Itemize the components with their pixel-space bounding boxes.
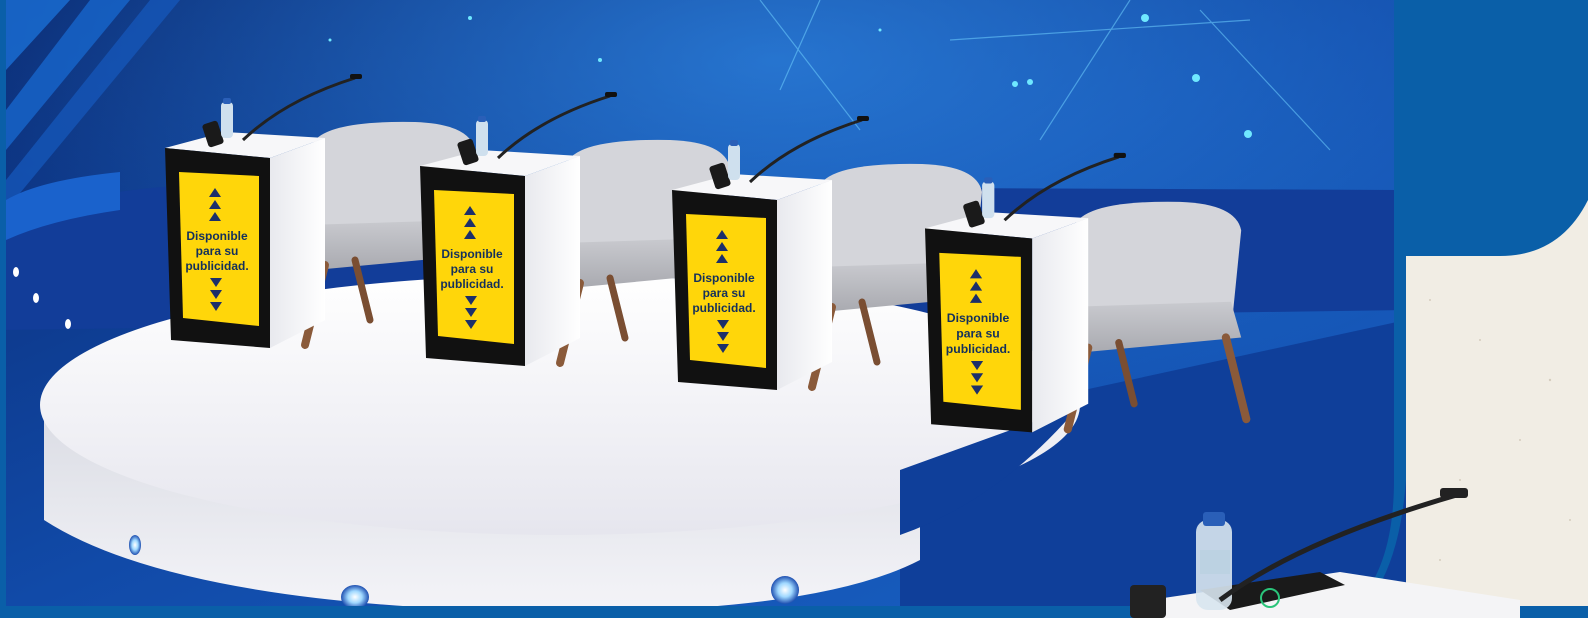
ad-screen: Disponiblepara supublicidad. [434, 190, 514, 344]
ad-screen: Disponiblepara supublicidad. [179, 172, 259, 326]
ad-text-line2: para su [196, 244, 239, 258]
ad-text-line1: Disponible [186, 229, 248, 243]
stage-illustration: Disponiblepara supublicidad.Disponiblepa… [0, 0, 1588, 618]
ad-text-line2: para su [451, 262, 494, 276]
ad-text-line3: publicidad. [692, 301, 755, 315]
podium: Disponiblepara supublicidad. [420, 150, 580, 366]
podium: Disponiblepara supublicidad. [165, 132, 325, 348]
water-bottle [728, 144, 740, 180]
ad-text-line2: para su [956, 327, 1000, 341]
water-bottle [221, 102, 233, 138]
ad-text-line3: publicidad. [946, 342, 1011, 356]
ad-screen: Disponiblepara supublicidad. [686, 214, 766, 368]
ad-text-line1: Disponible [947, 311, 1010, 325]
ad-text-line3: publicidad. [440, 277, 503, 291]
ad-text-line3: publicidad. [185, 259, 248, 273]
podium: Disponible para supublicidad. [925, 212, 1089, 433]
ad-screen: Disponible para supublicidad. [939, 252, 1021, 410]
ad-text-line1: Disponible [693, 271, 755, 285]
water-bottle [982, 181, 995, 219]
blue-corner-panel [1406, 0, 1588, 256]
water-bottle [476, 120, 488, 156]
ad-text-line2: para su [703, 286, 746, 300]
frame-left [0, 0, 6, 618]
ad-text-line1: Disponible [441, 247, 503, 261]
podium: Disponiblepara supublicidad. [672, 174, 832, 390]
stage-scene: Disponible para su publicidad. Disponible pa… [0, 0, 1588, 618]
